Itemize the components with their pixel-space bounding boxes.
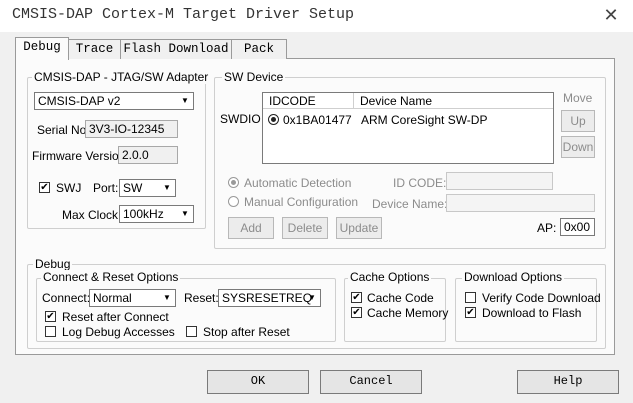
clock-select[interactable]: 100kHz ▼ [119, 205, 194, 223]
delete-button[interactable]: Delete [282, 217, 328, 239]
download-to-flash-label: Download to Flash [482, 306, 582, 320]
cache-memory-label: Cache Memory [367, 306, 449, 320]
swj-label: SWJ [56, 181, 82, 195]
ap-value: 0x00 [564, 220, 591, 234]
download-to-flash-checkbox[interactable]: ✔ [465, 307, 476, 318]
port-select[interactable]: SW ▼ [119, 179, 176, 197]
add-label: Add [240, 221, 262, 235]
column-header-device-name-label: Device Name [360, 94, 433, 108]
verify-download-label: Verify Code Download [482, 291, 601, 305]
cache-code-checkbox[interactable]: ✔ [351, 292, 362, 303]
cache-code-label: Cache Code [367, 291, 434, 305]
manual-config-label: Manual Configuration [244, 195, 359, 209]
serial-value: 3V3-IO-12345 [89, 122, 165, 136]
chevron-down-icon: ▼ [163, 183, 171, 192]
tab-flash-download[interactable]: Flash Download [120, 39, 232, 59]
log-debug-checkbox[interactable] [45, 326, 56, 337]
column-header-idcode[interactable]: IDCODE [263, 93, 354, 109]
port-label: Port: [93, 181, 119, 195]
connect-select[interactable]: Normal ▼ [89, 289, 176, 307]
ap-input[interactable]: 0x00 [560, 218, 595, 236]
help-label: Help [553, 374, 583, 388]
chevron-down-icon: ▼ [181, 209, 189, 218]
table-row[interactable]: 0x1BA01477 ARM CoreSight SW-DP [263, 111, 553, 129]
log-debug-label: Log Debug Accesses [62, 325, 175, 339]
download-options-group-label: Download Options [462, 270, 565, 284]
cancel-label: Cancel [349, 374, 393, 388]
firmware-label: Firmware Version: [32, 149, 129, 163]
adapter-select[interactable]: CMSIS-DAP v2 ▼ [34, 92, 194, 110]
add-button[interactable]: Add [228, 217, 274, 239]
connect-reset-group-label: Connect & Reset Options [41, 270, 181, 284]
chevron-down-icon: ▼ [308, 293, 316, 302]
device-name-input[interactable] [446, 194, 595, 212]
reset-select[interactable]: SYSRESETREQ ▼ [218, 289, 321, 307]
adapter-group-label: CMSIS-DAP - JTAG/SW Adapter [32, 70, 211, 84]
row-select-radio[interactable] [268, 114, 279, 125]
reset-select-value: SYSRESETREQ [222, 291, 313, 305]
tab-trace[interactable]: Trace [68, 39, 121, 59]
firmware-value: 2.0.0 [122, 148, 149, 162]
move-up-label: Up [570, 114, 586, 128]
sw-device-group-label: SW Device [222, 70, 286, 84]
window-title: CMSIS-DAP Cortex-M Target Driver Setup [12, 6, 355, 23]
move-up-button[interactable]: Up [561, 110, 595, 132]
tab-debug[interactable]: Debug [15, 37, 69, 60]
reset-label: Reset: [184, 291, 219, 305]
firmware-field: 2.0.0 [118, 146, 178, 164]
connect-label: Connect: [42, 291, 91, 305]
id-code-input[interactable] [446, 172, 553, 190]
ok-label: OK [250, 374, 266, 388]
adapter-select-value: CMSIS-DAP v2 [38, 94, 121, 108]
stop-after-reset-label: Stop after Reset [203, 325, 290, 339]
ok-button[interactable]: OK [207, 370, 309, 394]
cache-options-group-label: Cache Options [348, 270, 432, 284]
device-name-label: Device Name: [372, 197, 448, 211]
auto-detect-label: Automatic Detection [244, 176, 352, 190]
serial-label: Serial No: [37, 123, 90, 137]
chevron-down-icon: ▼ [163, 293, 171, 302]
connect-select-value: Normal [93, 291, 132, 305]
move-down-label: Down [562, 140, 594, 154]
reset-after-connect-label: Reset after Connect [62, 310, 169, 324]
clock-label: Max Clock: [62, 208, 122, 222]
row-idcode: 0x1BA01477 [283, 113, 352, 127]
tab-pack[interactable]: Pack [231, 39, 287, 59]
clock-select-value: 100kHz [123, 207, 164, 221]
port-select-value: SW [123, 181, 143, 195]
cache-memory-checkbox[interactable]: ✔ [351, 307, 362, 318]
column-header-idcode-label: IDCODE [269, 94, 316, 108]
manual-config-radio[interactable] [228, 196, 239, 207]
delete-label: Delete [287, 221, 323, 235]
swj-checkbox[interactable]: ✔ [39, 182, 50, 193]
reset-after-connect-checkbox[interactable]: ✔ [45, 311, 56, 322]
auto-detect-radio[interactable] [228, 177, 239, 188]
close-icon[interactable]: ✕ [600, 4, 622, 26]
update-label: Update [339, 221, 379, 235]
chevron-down-icon: ▼ [181, 96, 189, 105]
serial-field: 3V3-IO-12345 [85, 120, 178, 138]
device-list[interactable]: IDCODE Device Name 0x1BA01477 ARM CoreSi… [262, 92, 554, 164]
update-button[interactable]: Update [336, 217, 382, 239]
cancel-button[interactable]: Cancel [320, 370, 422, 394]
help-button[interactable]: Help [517, 370, 619, 394]
column-header-device-name[interactable]: Device Name [354, 93, 553, 109]
id-code-label: ID CODE: [393, 176, 447, 190]
ap-label: AP: [537, 221, 557, 235]
swdio-label: SWDIO [220, 112, 261, 126]
verify-download-checkbox[interactable] [465, 292, 476, 303]
debug-group-label: Debug [33, 257, 73, 271]
move-down-button[interactable]: Down [561, 136, 595, 158]
move-label: Move [563, 91, 593, 105]
stop-after-reset-checkbox[interactable] [186, 326, 197, 337]
row-device-name: ARM CoreSight SW-DP [361, 113, 488, 127]
